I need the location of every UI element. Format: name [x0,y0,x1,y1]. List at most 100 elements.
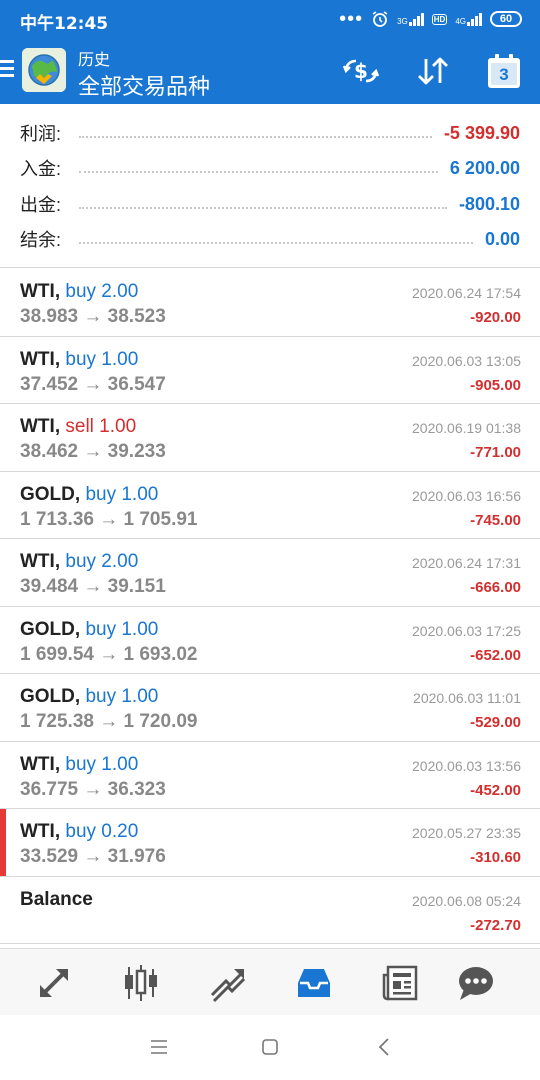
trade-history-list: WTI, buy 2.00 38.983 → 38.523 2020.06.24… [0,269,540,944]
tab-messages[interactable] [454,961,498,1005]
trade-symbol: WTI, [20,281,61,302]
trade-side: buy 1.00 [65,348,139,370]
status-icons: ••• 3G HD 4G 60 [339,8,522,30]
dot-leader [79,163,438,173]
account-summary: 利润: -5 399.90 入金: 6 200.00 出金: -800.10 结… [0,104,540,268]
currency-swap-icon: $ [343,59,379,83]
trade-prices: 38.462 → 39.233 [20,441,166,462]
trade-symbol: WTI, [20,551,61,572]
trade-row[interactable]: WTI, sell 1.00 38.462 → 39.233 2020.06.1… [0,404,540,472]
calendar-day: 3 [499,65,509,84]
summary-value: -800.10 [458,193,520,214]
trade-row[interactable]: WTI, buy 2.00 39.484 → 39.151 2020.06.24… [0,539,540,607]
signal-3g-label: 3G [397,17,408,26]
trade-time: 2020.06.24 17:31 [412,555,521,571]
alarm-icon [372,11,388,27]
trade-time: 2020.06.08 05:24 [412,892,521,909]
trade-profit: -529.00 [470,714,521,731]
symbol-filter-title[interactable]: 全部交易品种 [78,69,210,101]
trade-prices: 39.484 → 39.151 [20,576,166,597]
trade-side: buy 1.00 [85,686,159,707]
dot-leader [79,234,473,244]
bottom-tab-bar [0,948,540,1015]
summary-value: -5 399.90 [443,122,520,143]
signal-4g-label: 4G [455,17,466,26]
back-button[interactable] [372,1035,396,1059]
battery-icon: 60 [490,11,522,27]
trade-profit: -905.00 [470,376,521,394]
trade-symbol: GOLD, [20,686,81,707]
tab-news[interactable] [378,961,422,1005]
trade-time: 2020.05.27 23:35 [412,825,521,841]
trade-symbol: WTI, [20,753,61,775]
trade-time: 2020.06.03 13:56 [412,757,521,774]
summary-label: 出金: [20,195,62,215]
signal-4g-icon: 4G [455,12,482,26]
trade-symbol: GOLD, [20,618,81,640]
balance-row[interactable]: Balance 2020.06.08 05:24 -272.70 [0,876,540,944]
trade-row[interactable]: GOLD, buy 1.00 1 725.38 → 1 720.09 2020.… [0,674,540,742]
trade-profit: -920.00 [470,309,521,326]
trade-row[interactable]: GOLD, buy 1.00 1 699.54 → 1 693.02 2020.… [0,606,540,674]
trade-prices: 36.775 → 36.323 [20,778,166,800]
summary-row-balance: 结余: 0.00 [20,226,520,252]
back-icon [378,1038,389,1056]
summary-row-deposit: 入金: 6 200.00 [20,155,520,181]
trade-time: 2020.06.03 11:01 [413,690,521,706]
quotes-icon [40,969,68,997]
trade-time: 2020.06.03 16:56 [412,487,521,504]
trade-profit: -652.00 [470,646,521,664]
dot-leader [79,199,447,209]
deposit-filter-button[interactable]: $ [342,52,380,90]
home-icon [262,1039,278,1055]
trade-time: 2020.06.03 13:05 [412,352,521,369]
summary-label: 入金: [20,159,62,179]
hd-badge: HD [431,13,448,25]
trade-profit: -272.70 [470,916,521,934]
system-nav-bar [0,1015,540,1080]
trade-side: buy 1.00 [65,753,139,775]
trade-profit: -452.00 [470,781,521,799]
trade-time: 2020.06.03 17:25 [412,622,521,639]
recents-button[interactable] [147,1035,171,1059]
signal-3g-icon: 3G [397,12,424,26]
tab-charts[interactable] [119,961,163,1005]
trade-profit: -666.00 [470,579,521,596]
svg-text:$: $ [354,59,368,83]
trade-symbol: WTI, [20,348,61,370]
home-button[interactable] [258,1035,282,1059]
trade-icon [210,969,246,1003]
summary-row-profit: 利润: -5 399.90 [20,120,520,146]
trade-prices: 1 699.54 → 1 693.02 [20,643,198,665]
trade-side: buy 0.20 [65,821,139,842]
tab-history[interactable] [292,961,336,1005]
trade-row[interactable]: WTI, buy 1.00 36.775 → 36.323 2020.06.03… [0,741,540,809]
trade-row[interactable]: WTI, buy 1.00 37.452 → 36.547 2020.06.03… [0,336,540,404]
dot-leader [79,128,432,138]
trade-side: sell 1.00 [65,416,137,437]
sort-button[interactable] [414,52,452,90]
trade-row[interactable]: WTI, buy 2.00 38.983 → 38.523 2020.06.24… [0,269,540,337]
calendar-button[interactable]: 3 [485,52,523,90]
app-logo-icon[interactable] [22,48,66,92]
summary-label: 利润: [20,124,62,144]
trade-profit: -310.60 [470,849,521,866]
app-bar: 历史 全部交易品种 $ 3 [0,38,540,104]
menu-icon[interactable] [0,60,14,78]
status-bar: 中午12:45 ••• 3G HD 4G 60 [0,0,540,38]
news-icon [382,965,418,1001]
more-notifications-icon: ••• [339,8,364,30]
trade-row-selected[interactable]: WTI, buy 0.20 33.529 → 31.976 2020.05.27… [0,809,540,877]
tab-quotes[interactable] [32,961,76,1005]
trade-prices: 1 725.38 → 1 720.09 [20,711,198,732]
summary-label: 结余: [20,230,62,250]
trade-prices: 37.452 → 36.547 [20,373,166,395]
status-time: 中午12:45 [20,14,109,34]
chart-icon [125,965,157,1001]
trade-row[interactable]: GOLD, buy 1.00 1 713.36 → 1 705.91 2020.… [0,471,540,539]
trade-side: buy 2.00 [65,281,139,302]
trade-time: 2020.06.24 17:54 [412,285,521,301]
tab-trade[interactable] [206,961,250,1005]
summary-row-withdrawal: 出金: -800.10 [20,191,520,217]
selected-row-marker [0,809,6,876]
